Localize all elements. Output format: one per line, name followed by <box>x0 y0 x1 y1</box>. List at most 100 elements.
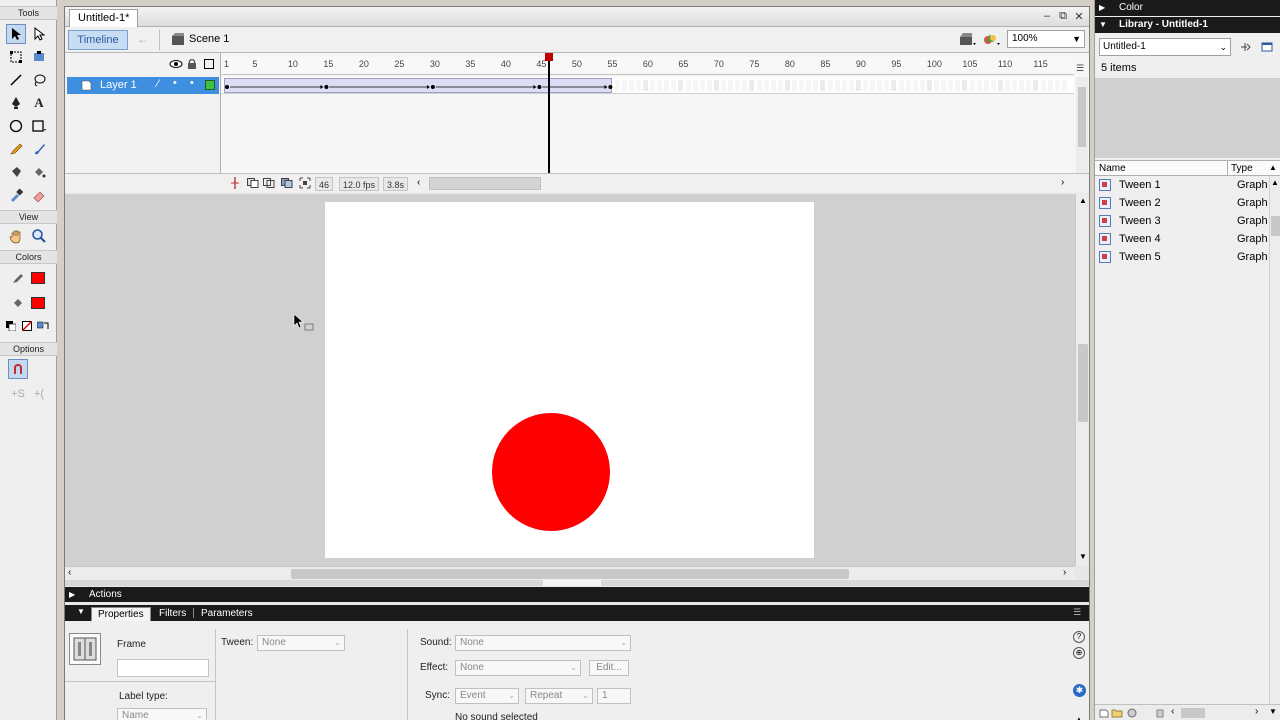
eyedropper-tool-icon[interactable] <box>6 185 26 205</box>
edit-symbols-icon[interactable] <box>983 31 1001 47</box>
empty-frame-cell[interactable] <box>898 80 904 91</box>
library-vscroll[interactable]: ▲ <box>1269 176 1280 704</box>
color-panel-header[interactable]: ▶ Color <box>1095 0 1280 16</box>
sort-order-icon[interactable]: ▲ <box>1269 163 1277 172</box>
splitter-grip[interactable] <box>543 580 601 586</box>
library-item[interactable]: Tween 5 Graph <box>1097 249 1269 267</box>
empty-frame-cell[interactable] <box>756 80 762 91</box>
empty-frame-cell[interactable] <box>926 80 932 91</box>
effect-dropdown[interactable]: None ⌄ <box>455 660 581 676</box>
subselection-tool-icon[interactable] <box>29 24 49 44</box>
back-arrow-icon[interactable]: ← <box>137 32 149 46</box>
outline-color-icon[interactable] <box>205 80 215 90</box>
empty-frame-cell[interactable] <box>671 80 677 91</box>
frame-rate-field[interactable]: 12.0 fps <box>339 177 380 191</box>
empty-frame-cell[interactable] <box>621 80 627 91</box>
empty-frame-cell[interactable] <box>1033 80 1039 91</box>
sound-dropdown[interactable]: None ⌄ <box>455 635 631 651</box>
show-hide-all-icon[interactable] <box>169 59 183 69</box>
empty-frame-cell[interactable] <box>685 80 691 91</box>
library-document-dropdown[interactable]: Untitled-1 ⌄ <box>1099 38 1231 56</box>
accessibility-icon[interactable]: ⊕ <box>1073 647 1085 659</box>
timeline-hscroll-thumb[interactable] <box>429 177 541 190</box>
modify-onion-markers-icon[interactable] <box>299 177 311 189</box>
scroll-right-arrow-icon[interactable]: › <box>1061 177 1064 188</box>
empty-frame-cell[interactable] <box>742 80 748 91</box>
resize-grip-icon[interactable]: ▲ <box>1075 715 1083 720</box>
playhead-marker[interactable] <box>545 53 553 61</box>
lock-all-icon[interactable] <box>187 58 197 70</box>
swap-colors-icon[interactable] <box>36 316 50 336</box>
pin-library-icon[interactable] <box>1239 41 1251 53</box>
empty-frame-cell[interactable] <box>827 80 833 91</box>
empty-frame-cell[interactable] <box>934 80 939 91</box>
minimize-icon[interactable]: – <box>1041 10 1053 22</box>
empty-frame-cell[interactable] <box>735 80 741 91</box>
timeline-vscroll-thumb[interactable] <box>1078 87 1086 147</box>
empty-frame-cell[interactable] <box>1040 80 1046 91</box>
stage-hscroll-thumb[interactable] <box>291 569 849 579</box>
empty-frame-cell[interactable] <box>1005 80 1010 91</box>
center-frame-icon[interactable] <box>229 177 241 189</box>
library-item[interactable]: Tween 1 Graph <box>1097 177 1269 195</box>
empty-frame-cell[interactable] <box>1047 80 1053 91</box>
scroll-up-icon[interactable]: ▲ <box>1079 196 1087 205</box>
ink-bottle-tool-icon[interactable] <box>6 162 26 182</box>
lock-dot-icon[interactable]: • <box>190 77 194 89</box>
empty-frame-cell[interactable] <box>657 80 663 91</box>
empty-frame-cell[interactable] <box>834 80 840 91</box>
empty-frame-cell[interactable] <box>713 80 719 91</box>
black-white-icon[interactable] <box>4 316 18 336</box>
pen-tool-icon[interactable] <box>6 93 26 113</box>
empty-frame-cell[interactable] <box>912 80 918 91</box>
empty-frame-cell[interactable] <box>962 80 968 91</box>
empty-frame-cell[interactable] <box>990 80 996 91</box>
sync-dropdown[interactable]: Event ⌄ <box>455 688 519 704</box>
layer-name[interactable]: Layer 1 <box>100 79 137 91</box>
brush-tool-icon[interactable] <box>29 139 49 159</box>
library-item[interactable]: Tween 4 Graph <box>1097 231 1269 249</box>
edit-multiple-frames-icon[interactable] <box>281 178 293 188</box>
keyframe-dot[interactable] <box>225 85 229 89</box>
eraser-tool-icon[interactable] <box>29 185 49 205</box>
timeline-vscroll[interactable] <box>1076 77 1088 173</box>
paint-bucket-tool-icon[interactable] <box>29 162 49 182</box>
onion-skin-icon[interactable] <box>247 178 259 188</box>
no-color-icon[interactable] <box>20 316 34 336</box>
empty-frame-cell[interactable] <box>770 80 776 91</box>
empty-frame-cell[interactable] <box>706 80 712 91</box>
empty-frame-cell[interactable] <box>749 80 755 91</box>
empty-frame-cell[interactable] <box>642 80 648 91</box>
empty-frame-cell[interactable] <box>813 80 819 91</box>
empty-frame-cell[interactable] <box>792 80 797 91</box>
document-tab[interactable]: Untitled-1* <box>69 9 139 27</box>
empty-frame-cell[interactable] <box>1026 80 1032 91</box>
hand-tool-icon[interactable] <box>6 226 26 246</box>
close-icon[interactable]: ✕ <box>1073 10 1085 23</box>
empty-frame-cell[interactable] <box>635 80 641 91</box>
actions-panel-header[interactable]: ▶ Actions <box>65 587 1089 602</box>
pencil-tool-icon[interactable] <box>6 139 26 159</box>
tween-dropdown[interactable]: None ⌄ <box>257 635 345 651</box>
stage-hscroll[interactable]: ‹ › <box>65 566 1075 580</box>
tab-properties[interactable]: Properties <box>91 607 151 621</box>
edit-scene-icon[interactable] <box>959 31 977 47</box>
snap-to-objects-icon[interactable] <box>8 359 28 379</box>
empty-frame-cell[interactable] <box>650 80 655 91</box>
empty-frame-cell[interactable] <box>664 80 670 91</box>
collapse-props-icon[interactable]: ✱ <box>1073 684 1086 697</box>
repeat-count-input[interactable]: 1 <box>597 688 631 704</box>
empty-frame-cell[interactable] <box>884 80 890 91</box>
tween-span[interactable] <box>224 78 613 93</box>
timeline-menu-icon[interactable]: ☰ <box>1076 63 1084 74</box>
repeat-dropdown[interactable]: Repeat ⌄ <box>525 688 593 704</box>
empty-frame-cell[interactable] <box>976 80 982 91</box>
empty-frame-cell[interactable] <box>1012 80 1018 91</box>
new-folder-icon[interactable] <box>1111 708 1123 718</box>
zoom-dropdown[interactable]: 100% ▼ <box>1007 30 1085 48</box>
empty-frame-cell[interactable] <box>678 80 684 91</box>
empty-frame-cell[interactable] <box>863 80 868 91</box>
keyframe-dot[interactable] <box>608 85 613 89</box>
restore-icon[interactable]: ⧉ <box>1057 10 1069 23</box>
rectangle-tool-icon[interactable] <box>29 116 49 136</box>
